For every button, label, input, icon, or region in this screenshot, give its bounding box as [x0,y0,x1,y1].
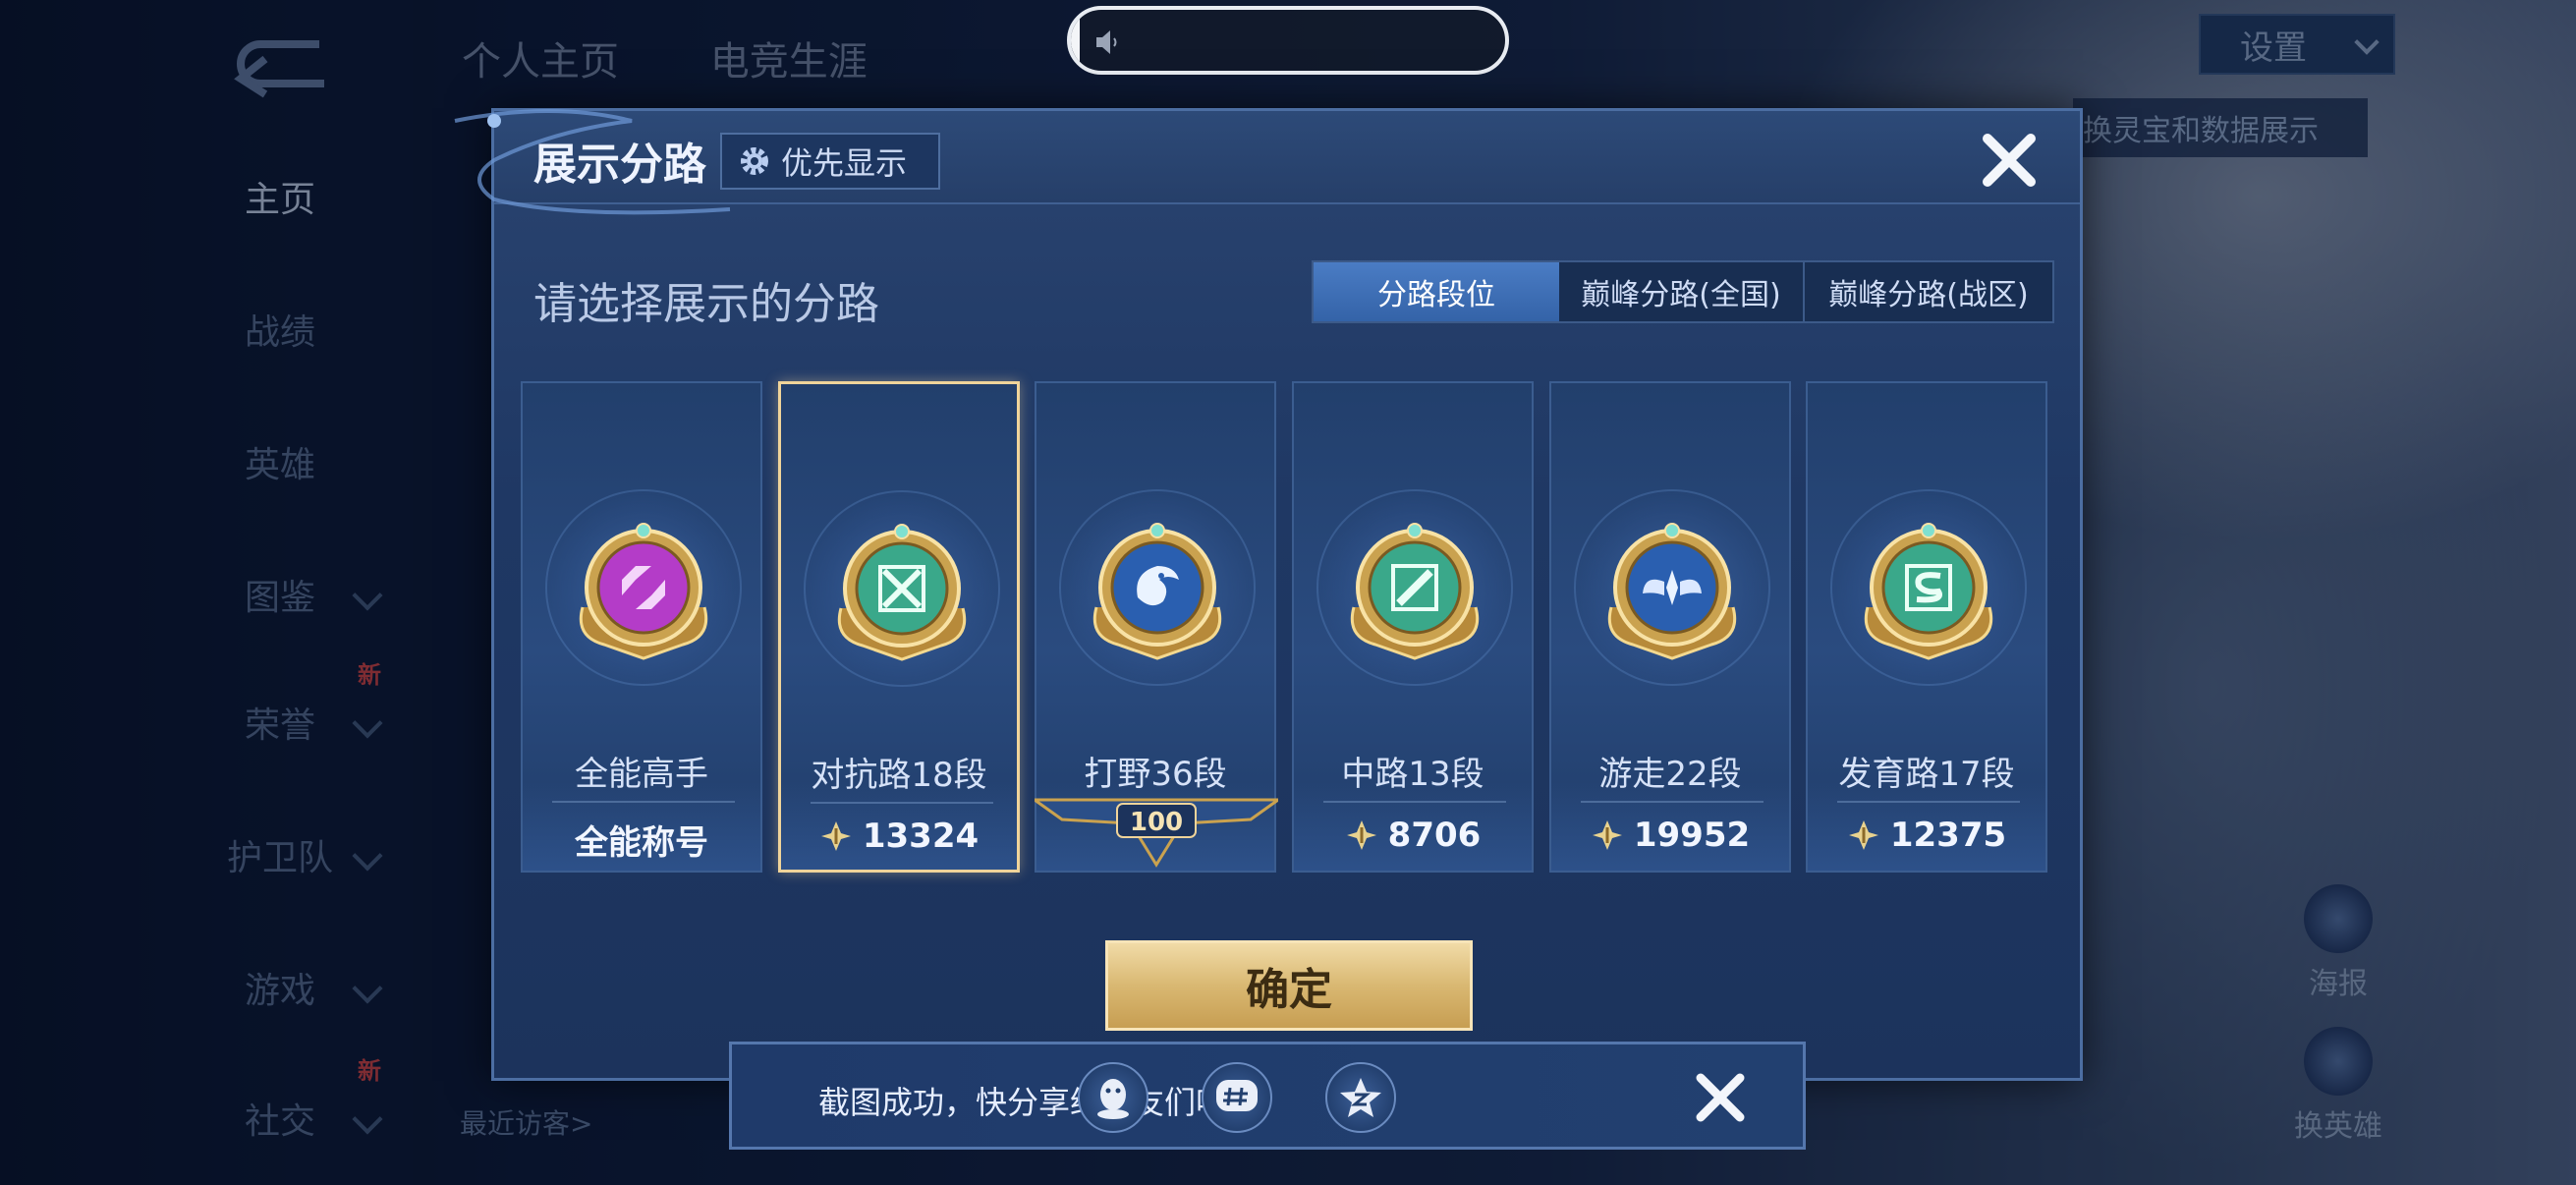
share-qzone-button[interactable] [1325,1062,1396,1133]
power-emblem-icon [1592,820,1622,850]
qzone-icon [1340,1078,1381,1117]
lane-card[interactable]: 打野36段 100 [1030,381,1283,873]
priority-display-button[interactable]: 优先显示 [720,133,940,190]
share-qq-button[interactable] [1078,1062,1148,1133]
lane-display-dialog: 展示分路 优先显示 请选择展示的分路 分路段位 巅峰分路(全国) 巅峰分路(战区… [454,108,2083,1081]
share-wechat-button[interactable] [1202,1062,1272,1133]
volume-indicator [1067,6,1509,75]
tab-peak-national[interactable]: 巅峰分路(全国) [1559,262,1805,321]
speaker-icon [1096,30,1117,54]
qq-icon [1097,1079,1129,1119]
lane-card[interactable]: 中路13段 8706 [1292,381,1534,873]
confirm-button[interactable]: 确定 [1105,940,1473,1031]
lane-card[interactable]: 对抗路18段 13324 [778,381,1020,873]
lane-score-value: 19952 [1633,816,1751,855]
lane-score: 12375 [1808,816,2045,855]
power-emblem-icon [820,821,851,851]
level-number: 100 [1129,808,1184,837]
lane-name: 打野36段 [1084,755,1227,794]
lane-score-value: 13324 [862,817,980,856]
lane-rank-badge-icon [579,523,708,660]
toast-message: 截图成功，快分享给朋友们吧! [818,1084,1240,1121]
screenshot-share-toast: 截图成功，快分享给朋友们吧! [729,1042,1806,1150]
lane-card-row: 全能高手 全能称号 对抗路18段 13324 打野36段 100 中路13段 8706 游走22… [520,381,2062,878]
lane-name: 对抗路18段 [811,756,987,795]
lane-divider [1837,801,2020,803]
lane-rank-badge-icon [1092,523,1222,660]
gear-icon [741,147,768,175]
lane-score-value: 12375 [1889,816,2007,855]
lane-name: 游走22段 [1598,755,1742,794]
dialog-subtitle: 请选择展示的分路 [533,279,879,329]
power-emblem-icon [1346,820,1376,850]
lane-name: 全能高手 [575,755,708,794]
lane-score: 19952 [1551,816,1789,855]
lane-score-value: 8706 [1387,816,1482,855]
lane-score-value: 全能称号 [575,823,708,863]
priority-display-label: 优先显示 [781,144,908,182]
wechat-icon [1216,1080,1258,1111]
dialog-header: 展示分路 优先显示 [454,109,2080,215]
lane-name: 发育路17段 [1838,755,2015,794]
power-emblem-icon [1848,820,1878,850]
tab-peak-region[interactable]: 巅峰分路(战区) [1805,262,2052,321]
level-badge: 100 [1030,798,1283,869]
close-toast-icon[interactable] [1691,1068,1750,1127]
lane-card[interactable]: 全能高手 全能称号 [521,381,762,873]
lane-score: 13324 [781,817,1017,856]
lane-card[interactable]: 游走22段 19952 [1549,381,1791,873]
dialog-title: 展示分路 [533,140,706,190]
lane-divider [811,802,993,804]
lane-score: 8706 [1294,816,1532,855]
lane-card[interactable]: 发育路17段 12375 [1806,381,2047,873]
lane-mode-tabs: 分路段位 巅峰分路(全国) 巅峰分路(战区) [1312,260,2054,323]
volume-level-fill [1071,10,1080,71]
tab-lane-rank[interactable]: 分路段位 [1314,262,1559,321]
lane-score: 全能称号 [523,816,760,864]
lane-rank-badge-icon [1607,523,1737,660]
lane-rank-badge-icon [1350,523,1480,660]
close-icon[interactable] [1978,129,2041,192]
lane-divider [552,801,735,803]
lane-divider [1581,801,1764,803]
lane-rank-badge-icon [837,524,967,661]
lane-divider [1323,801,1506,803]
lane-name: 中路13段 [1341,755,1484,794]
lane-rank-badge-icon [1864,523,1993,660]
